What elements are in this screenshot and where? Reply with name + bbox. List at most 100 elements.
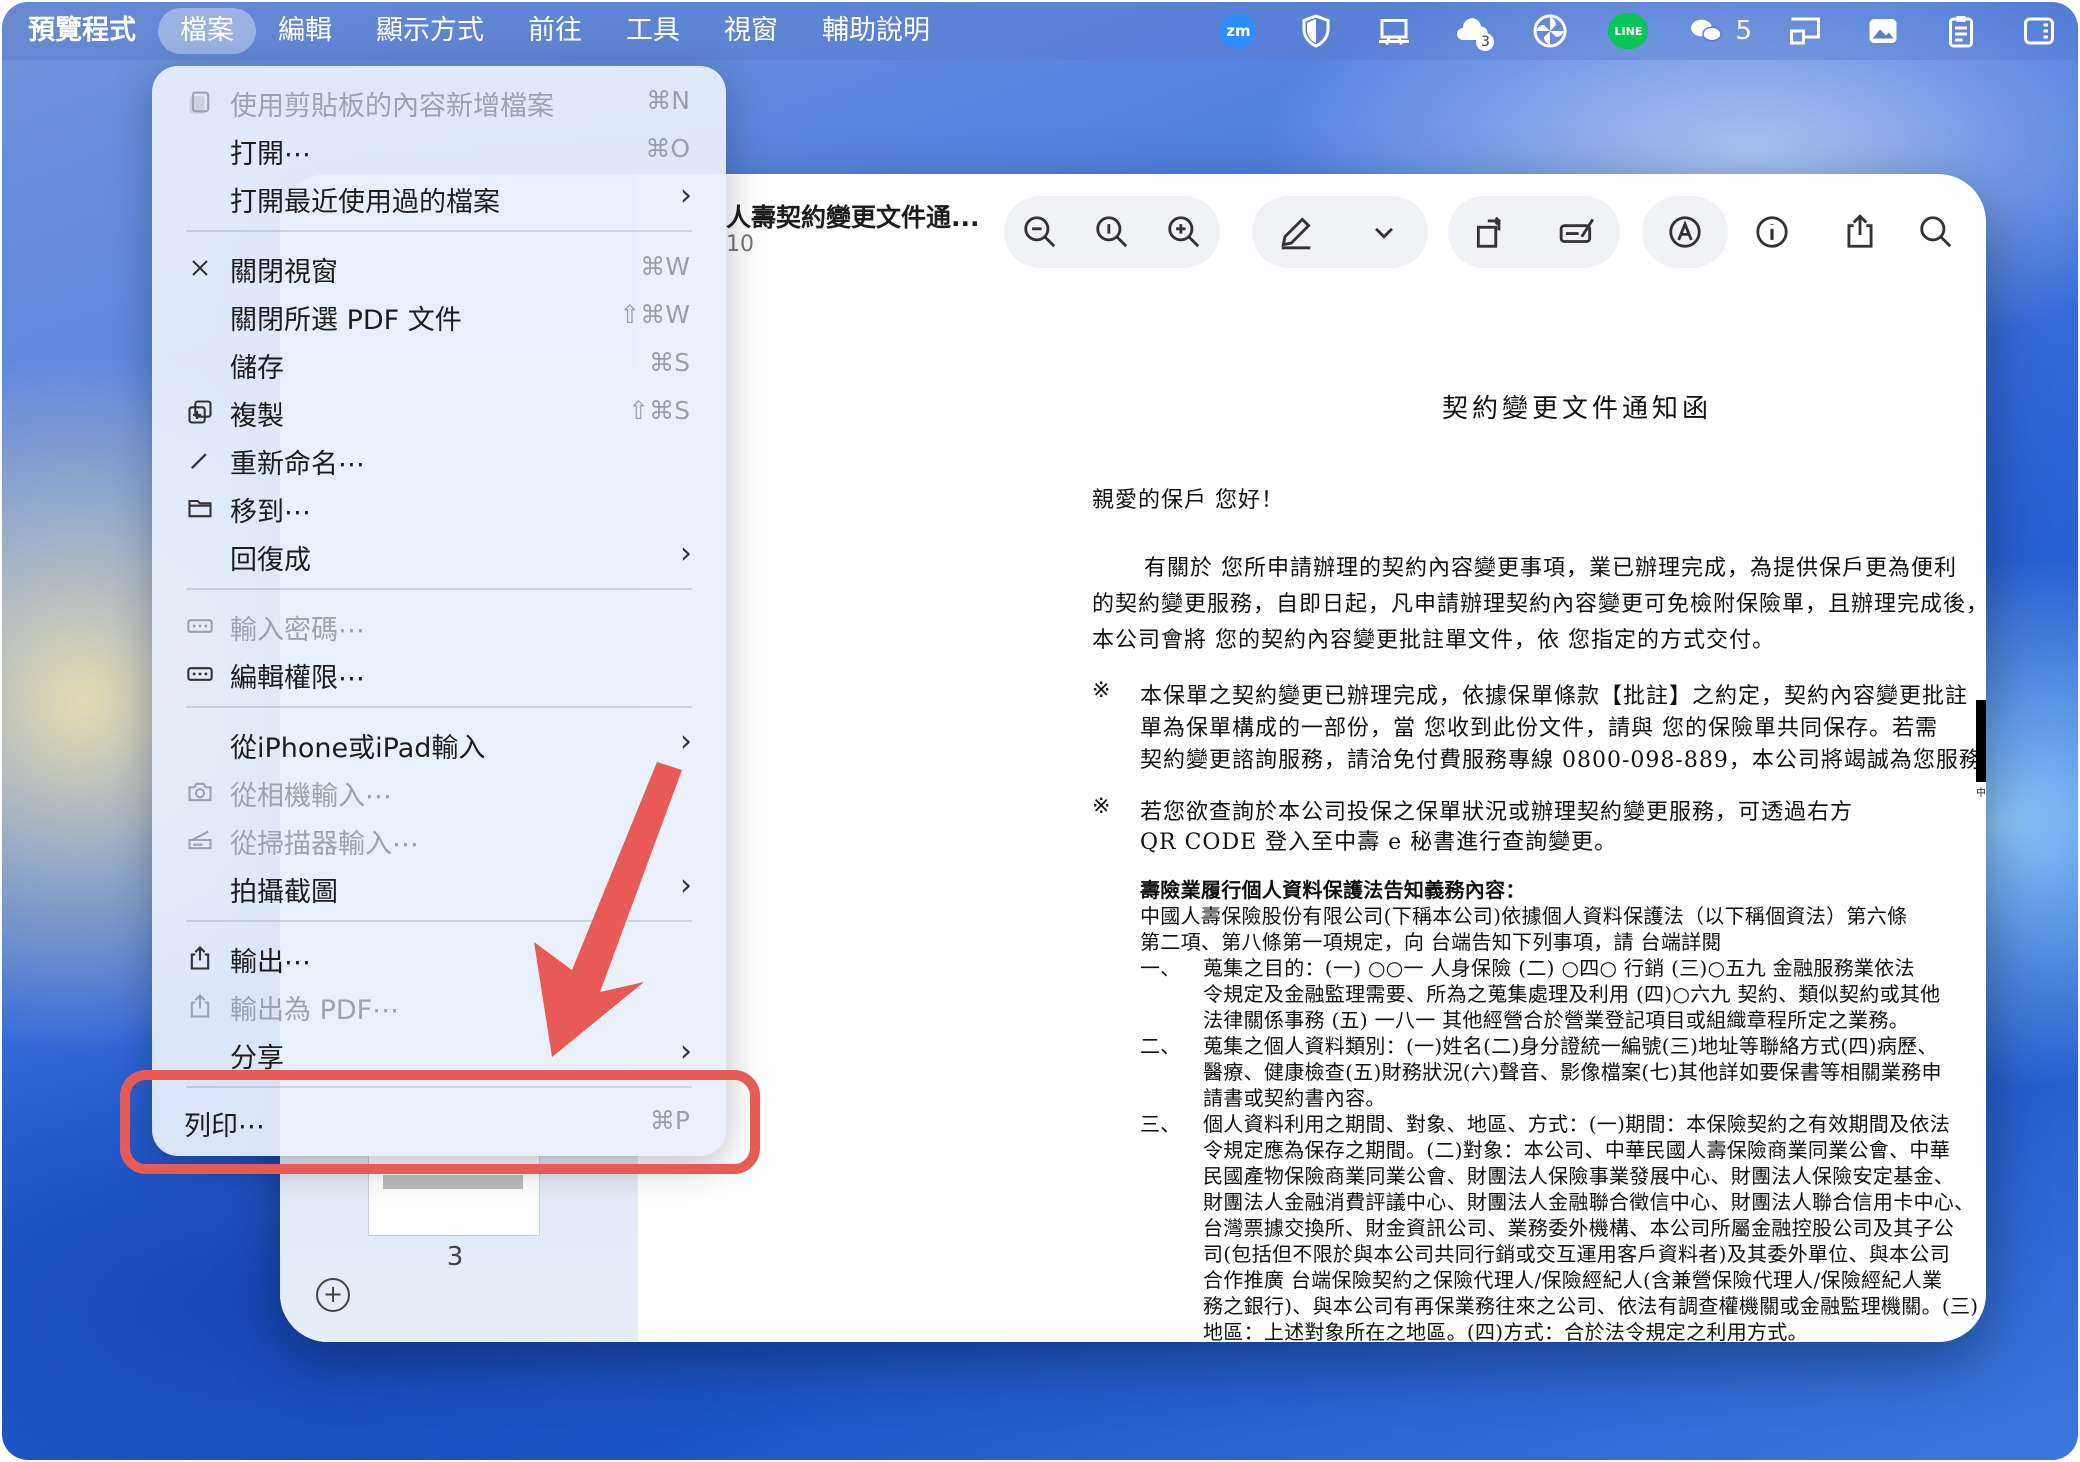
item-line: 蒐集之個人資料類別：(一)姓名(二)身分證統一編號(三)地址等聯絡方式(四)病歷… [1203, 1034, 1938, 1058]
greeting: 親愛的保戶 您好！ [1092, 488, 1284, 513]
document-subtitle: 10 [726, 232, 754, 257]
menu-item-edit-permissions[interactable]: 編輯權限⋯ [152, 650, 726, 698]
menu-item-label: 儲存 [230, 353, 284, 384]
highlight-pen-icon[interactable] [1274, 210, 1318, 254]
item-line: 令規定應為保存之期間。(二)對象：本公司、中華民國人壽保險商業同業公會、中華 [1203, 1138, 1951, 1162]
menu-tools[interactable]: 工具 [604, 8, 702, 54]
cloud-sync-icon[interactable]: 3 [1452, 11, 1495, 51]
note-mark: ※ [1092, 794, 1112, 819]
annotate-group [1642, 196, 1728, 268]
pdf-page: 契約變更文件通知函 親愛的保戶 您好！ 有關於 您所申請辦理的契約內容變更事項，… [640, 274, 1986, 1342]
privacy-intro-line: 第二項、第八條第一項規定，向 台端告知下列事項，請 台端詳閱 [1140, 930, 1722, 954]
item-number: 一、 [1140, 956, 1181, 980]
menu-item-open[interactable]: 打開⋯ ⌘O [152, 126, 726, 174]
menu-go[interactable]: 前往 [506, 8, 604, 54]
menu-item-label: 輸出⋯ [230, 947, 311, 978]
item-line: 財團法人金融消費評議中心、財團法人金融聯合徵信中心、財團法人聯合信用卡中心、 [1203, 1190, 1975, 1214]
menu-item-enter-password[interactable]: 輸入密碼⋯ [152, 602, 726, 650]
menu-item-shortcut: ⇧⌘W [619, 300, 690, 329]
menu-separator [186, 230, 692, 232]
menu-edit[interactable]: 編輯 [256, 8, 354, 54]
close-icon [186, 254, 214, 282]
info-icon[interactable] [1750, 210, 1794, 254]
menu-item-save[interactable]: 儲存 ⌘S [152, 340, 726, 388]
pinwheel-icon[interactable] [1530, 11, 1570, 51]
menu-item-shortcut: ⌘N [646, 86, 690, 115]
line-label: LINE [1608, 13, 1649, 49]
menu-window[interactable]: 視窗 [702, 8, 800, 54]
line-icon[interactable]: LINE [1608, 11, 1649, 51]
network-drive-icon[interactable] [1374, 11, 1414, 51]
menu-item-label: 輸入密碼⋯ [230, 615, 365, 646]
menu-item-close-window[interactable]: 關閉視窗 ⌘W [152, 244, 726, 292]
menu-file[interactable]: 檔案 [158, 8, 256, 54]
document-title: 人壽契約變更文件通... [726, 203, 980, 232]
monitor-icon[interactable] [1785, 11, 1825, 51]
item-line: 民國產物保險商業同業公會、財團法人保險事業發展中心、財團法人保險安定基金、 [1203, 1164, 1955, 1188]
share-icon[interactable] [1838, 210, 1882, 254]
qr-code [1976, 700, 1986, 782]
app-menu[interactable]: 預覽程式 [2, 8, 158, 54]
menu-view[interactable]: 顯示方式 [354, 8, 506, 54]
note1-line: 單為保單構成的一部份，當 您收到此份文件，請與 您的保險單共同保存。若需 [1140, 716, 1938, 741]
camera-icon [186, 778, 214, 806]
markup-toolbar-icon[interactable] [1555, 210, 1599, 254]
menu-item-shortcut: ⌘O [645, 134, 690, 163]
item-line: 合作推廣 台端保險契約之保險代理人/保險經紀人(含兼營保險代理人/保險經紀人業 [1203, 1268, 1943, 1292]
menu-item-new-from-clipboard[interactable]: 使用剪貼板的內容新增檔案 ⌘N [152, 78, 726, 126]
para1-line: 本公司會將 您的契約內容變更批註單文件，依 您指定的方式交付。 [1092, 628, 1775, 653]
item-line: 蒐集之目的：(一) ○○一 人身保險 (二) ○四○ 行銷 (三)○五九 金融服… [1203, 956, 1915, 980]
para1-line: 有關於 您所申請辦理的契約內容變更事項，業已辦理完成，為提供保戶更為便利 [1144, 556, 1957, 581]
menu-item-label: 拍攝截圖 [230, 877, 338, 908]
zoom-in-icon[interactable] [1162, 210, 1206, 254]
password-icon [186, 660, 214, 688]
annotation-arrow-icon [534, 762, 682, 1057]
menu-separator [186, 706, 692, 708]
search-icon[interactable] [1914, 210, 1958, 254]
menu-item-shortcut: ⌘W [640, 252, 690, 281]
menu-item-revert-to[interactable]: 回復成 › [152, 532, 726, 580]
rotate-icon[interactable] [1469, 210, 1513, 254]
zoom-status-icon[interactable]: zm [1218, 11, 1258, 51]
zoom-label: zm [1220, 13, 1257, 49]
control-center-icon[interactable] [2019, 11, 2059, 51]
note2-line: 若您欲查詢於本公司投保之保單狀況或辦理契約變更服務，可透過右方 [1140, 800, 1854, 825]
menu-item-label: 重新命名⋯ [230, 449, 365, 480]
menu-item-move-to[interactable]: 移到⋯ [152, 484, 726, 532]
menu-item-label: 打開⋯ [230, 139, 311, 170]
zoom-out-icon[interactable] [1018, 210, 1062, 254]
note-mark: ※ [1092, 678, 1112, 703]
duplicate-icon [186, 398, 214, 426]
menu-help[interactable]: 輔助說明 [800, 8, 952, 54]
wechat-count: 5 [1735, 16, 1752, 46]
wechat-icon[interactable] [1686, 11, 1726, 51]
menu-item-label: 複製 [230, 401, 284, 432]
menu-item-label: 移到⋯ [230, 497, 311, 528]
item-line: 地區：上述對象所在之地區。(四)方式：合於法令規定之利用方式。 [1203, 1320, 1808, 1342]
item-line: 務之銀行)、與本公司有再保業務往來之公司、依法有調查權機關或金融監理機關。(三) [1203, 1294, 1979, 1318]
scanner-icon [186, 826, 214, 854]
actual-size-icon[interactable] [1090, 210, 1134, 254]
item-line: 請書或契約書內容。 [1203, 1086, 1386, 1110]
document-heading: 契約變更文件通知函 [1442, 394, 1713, 424]
menu-item-label: 從相機輸入⋯ [230, 781, 392, 812]
menu-item-shortcut: ⌘S [649, 348, 690, 377]
menu-item-label: 輸出為 PDF⋯ [230, 995, 400, 1026]
shield-icon[interactable] [1296, 11, 1336, 51]
menu-item-open-recent[interactable]: 打開最近使用過的檔案 › [152, 174, 726, 222]
note1-line: 契約變更諮詢服務，請洽免付費服務專線 0800-098-889，本公司將竭誠為您… [1140, 748, 1986, 773]
chevron-right-icon: › [680, 536, 692, 571]
page-number: 3 [446, 1242, 464, 1272]
add-page-icon[interactable]: + [316, 1278, 350, 1312]
annotate-icon[interactable] [1663, 210, 1707, 254]
para1-line: 的契約變更服務，自即日起，凡申請辦理契約內容變更可免檢附保險單，且辦理完成後， [1092, 592, 1986, 617]
clipboard-status-icon[interactable] [1941, 11, 1981, 51]
cloud-badge: 3 [1476, 33, 1495, 51]
menu-item-duplicate[interactable]: 複製 ⇧⌘S [152, 388, 726, 436]
menu-item-label: 使用剪貼板的內容新增檔案 [230, 91, 554, 122]
photo-icon[interactable] [1863, 11, 1903, 51]
note2-line: QR CODE 登入至中壽 e 秘書進行查詢變更。 [1140, 830, 1618, 855]
menu-item-close-selected-pdf[interactable]: 關閉所選 PDF 文件 ⇧⌘W [152, 292, 726, 340]
chevron-down-icon[interactable] [1362, 210, 1406, 254]
menu-item-rename[interactable]: 重新命名⋯ [152, 436, 726, 484]
